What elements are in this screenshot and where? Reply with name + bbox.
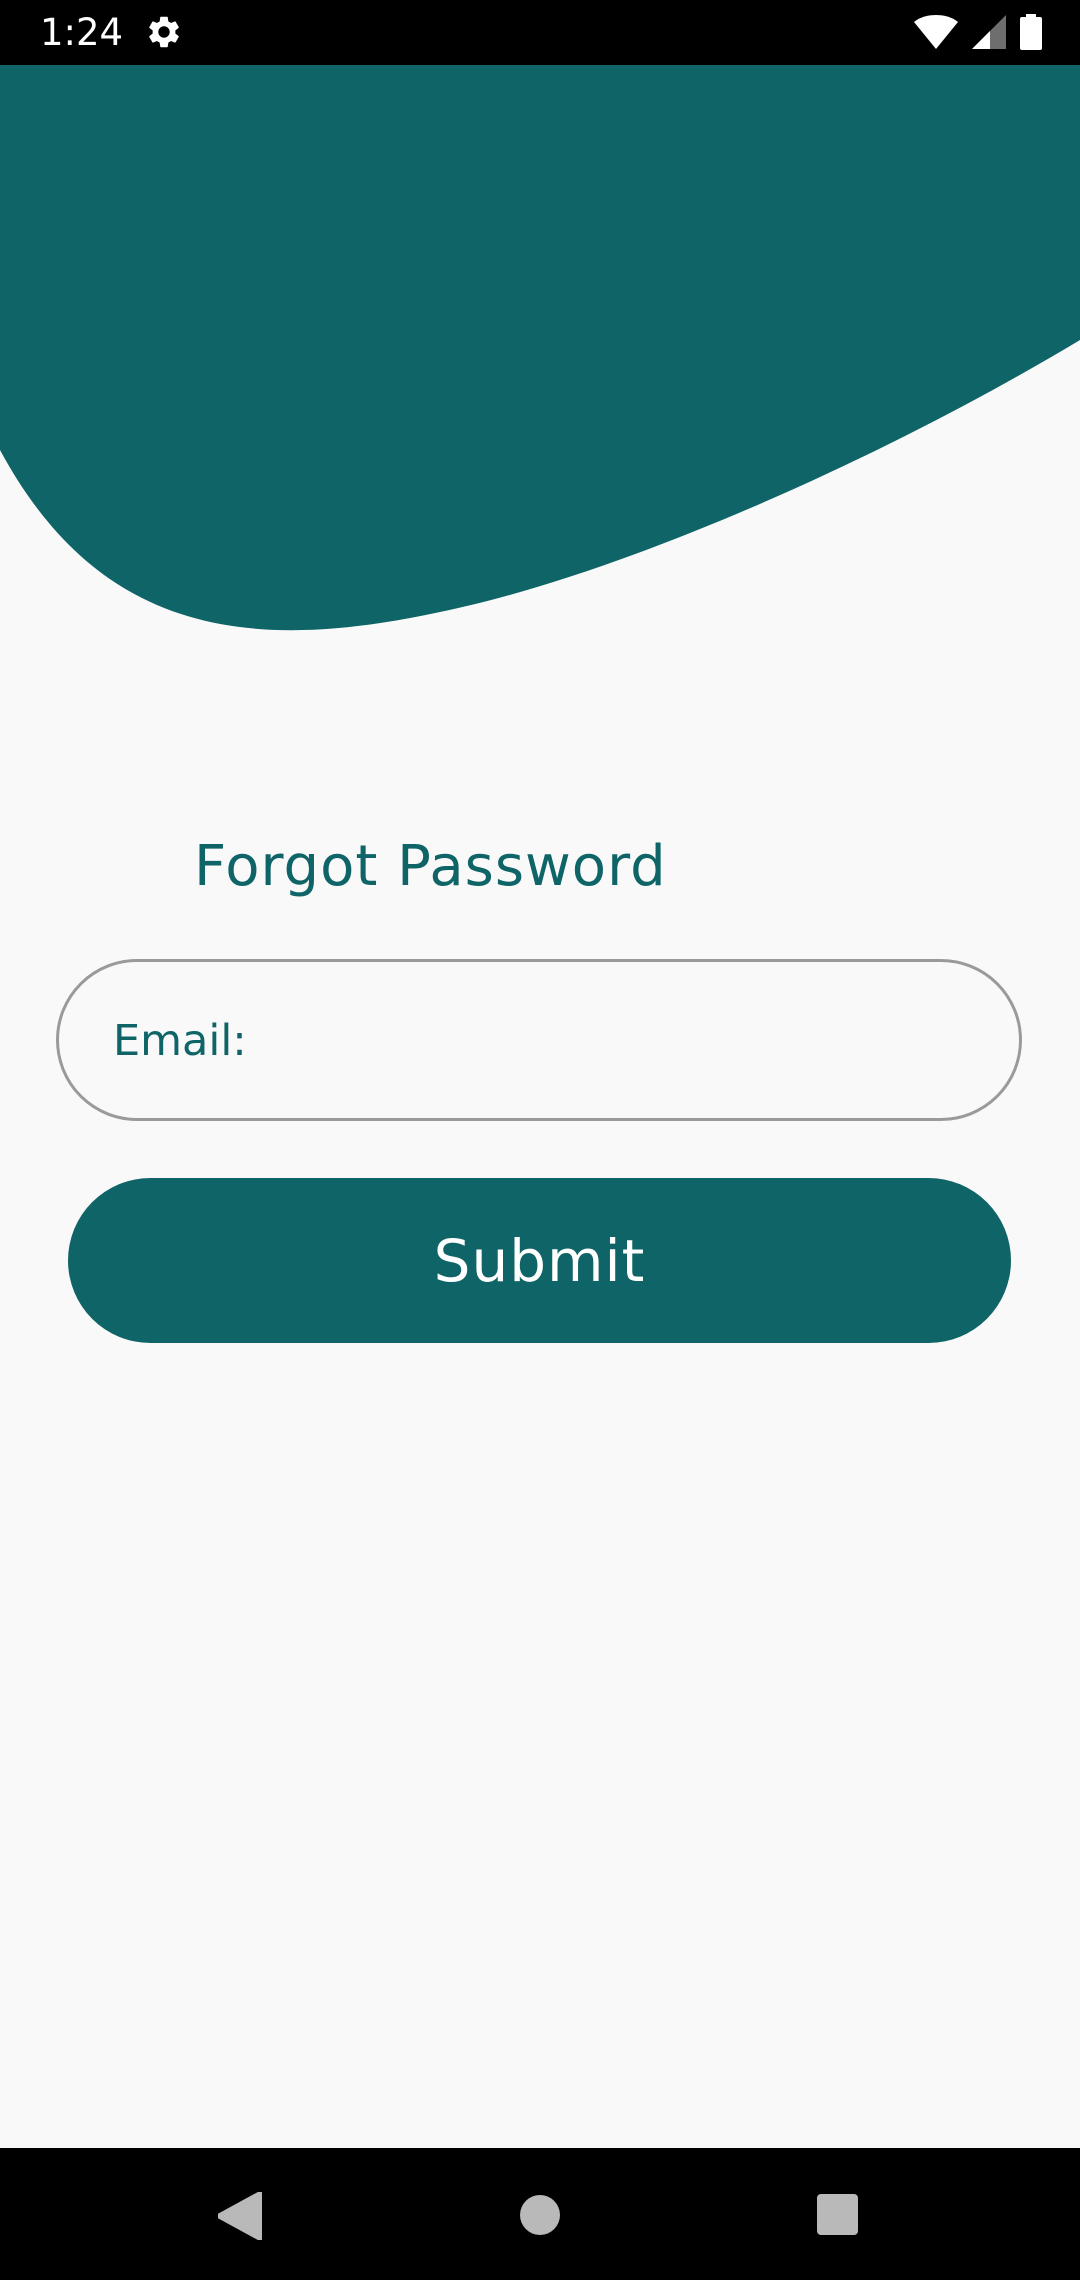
navigation-bar	[0, 2148, 1080, 2280]
cellular-signal-icon	[972, 15, 1006, 49]
status-bar: 1:24	[0, 0, 1080, 65]
status-icons	[914, 12, 1042, 52]
submit-button[interactable]: Submit	[68, 1178, 1011, 1343]
back-icon[interactable]	[218, 2192, 262, 2240]
email-field[interactable]: Email:	[56, 959, 1022, 1121]
header-wave	[0, 65, 1080, 631]
recents-icon[interactable]	[817, 2194, 858, 2235]
email-label: Email:	[113, 1016, 247, 1066]
email-input[interactable]	[259, 1002, 963, 1084]
battery-icon	[1020, 14, 1042, 50]
status-time: 1:24	[40, 11, 124, 54]
home-icon[interactable]	[520, 2195, 560, 2235]
gear-icon	[149, 16, 179, 48]
wifi-icon	[914, 15, 958, 49]
page-title: Forgot Password	[194, 834, 667, 899]
forgot-password-screen: 1:24 Forgot Password Email: Submit	[0, 0, 1080, 2280]
